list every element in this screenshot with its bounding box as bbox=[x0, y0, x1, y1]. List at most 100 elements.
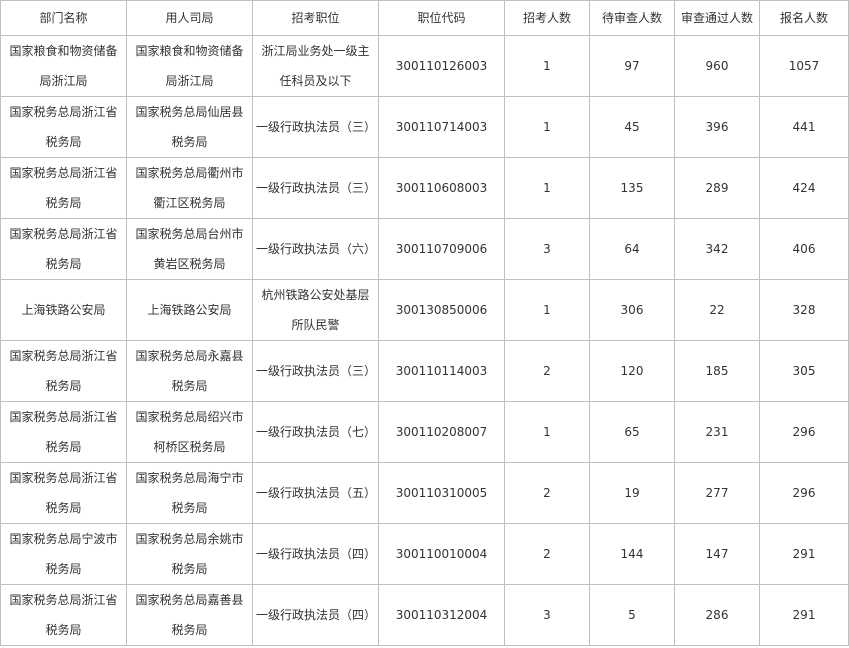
cell-position: 一级行政执法员（四） bbox=[252, 523, 379, 585]
table-header-row: 部门名称 用人司局 招考职位 职位代码 招考人数 待审查人数 审查通过人数 报名… bbox=[0, 0, 849, 36]
cell-code: 300110310005 bbox=[378, 462, 505, 524]
cell-code: 300110126003 bbox=[378, 35, 505, 97]
cell-bureau: 国家税务总局永嘉县税务局 bbox=[126, 340, 253, 402]
cell-pending: 97 bbox=[589, 35, 675, 97]
cell-recruit: 1 bbox=[504, 279, 590, 341]
cell-code: 300110312004 bbox=[378, 584, 505, 646]
cell-total: 406 bbox=[759, 218, 849, 280]
cell-dept: 国家粮食和物资储备局浙江局 bbox=[0, 35, 127, 97]
cell-total: 328 bbox=[759, 279, 849, 341]
cell-pending: 5 bbox=[589, 584, 675, 646]
cell-recruit: 2 bbox=[504, 462, 590, 524]
table-row: 上海铁路公安局 上海铁路公安局 杭州铁路公安处基层所队民警 3001308500… bbox=[0, 279, 849, 341]
cell-pending: 19 bbox=[589, 462, 675, 524]
table-row: 国家税务总局浙江省税务局 国家税务总局仙居县税务局 一级行政执法员（三） 300… bbox=[0, 96, 849, 158]
table-row: 国家税务总局浙江省税务局 国家税务总局永嘉县税务局 一级行政执法员（三） 300… bbox=[0, 340, 849, 402]
cell-code: 300110010004 bbox=[378, 523, 505, 585]
cell-dept: 国家税务总局浙江省税务局 bbox=[0, 584, 127, 646]
cell-total: 291 bbox=[759, 584, 849, 646]
cell-code: 300110114003 bbox=[378, 340, 505, 402]
cell-bureau: 国家税务总局仙居县税务局 bbox=[126, 96, 253, 158]
cell-position: 一级行政执法员（七） bbox=[252, 401, 379, 463]
cell-position: 一级行政执法员（四） bbox=[252, 584, 379, 646]
cell-total: 305 bbox=[759, 340, 849, 402]
cell-passed: 147 bbox=[674, 523, 760, 585]
header-bureau: 用人司局 bbox=[126, 0, 253, 36]
table-row: 国家税务总局浙江省税务局 国家税务总局台州市黄岩区税务局 一级行政执法员（六） … bbox=[0, 218, 849, 280]
cell-position: 浙江局业务处一级主任科员及以下 bbox=[252, 35, 379, 97]
cell-passed: 342 bbox=[674, 218, 760, 280]
cell-code: 300110714003 bbox=[378, 96, 505, 158]
cell-code: 300110208007 bbox=[378, 401, 505, 463]
cell-passed: 277 bbox=[674, 462, 760, 524]
header-recruit: 招考人数 bbox=[504, 0, 590, 36]
cell-bureau: 国家税务总局台州市黄岩区税务局 bbox=[126, 218, 253, 280]
cell-dept: 国家税务总局浙江省税务局 bbox=[0, 340, 127, 402]
cell-dept: 国家税务总局浙江省税务局 bbox=[0, 401, 127, 463]
cell-recruit: 2 bbox=[504, 340, 590, 402]
cell-passed: 396 bbox=[674, 96, 760, 158]
cell-recruit: 2 bbox=[504, 523, 590, 585]
table-row: 国家税务总局浙江省税务局 国家税务总局衢州市衢江区税务局 一级行政执法员（三） … bbox=[0, 157, 849, 219]
cell-recruit: 1 bbox=[504, 401, 590, 463]
cell-dept: 国家税务总局浙江省税务局 bbox=[0, 157, 127, 219]
table-row: 国家税务总局浙江省税务局 国家税务总局嘉善县税务局 一级行政执法员（四） 300… bbox=[0, 584, 849, 646]
cell-passed: 960 bbox=[674, 35, 760, 97]
cell-code: 300110608003 bbox=[378, 157, 505, 219]
cell-recruit: 1 bbox=[504, 96, 590, 158]
cell-pending: 144 bbox=[589, 523, 675, 585]
cell-passed: 185 bbox=[674, 340, 760, 402]
cell-recruit: 3 bbox=[504, 218, 590, 280]
cell-code: 300110709006 bbox=[378, 218, 505, 280]
cell-dept: 国家税务总局浙江省税务局 bbox=[0, 462, 127, 524]
cell-total: 424 bbox=[759, 157, 849, 219]
cell-position: 一级行政执法员（三） bbox=[252, 340, 379, 402]
cell-total: 1057 bbox=[759, 35, 849, 97]
cell-passed: 231 bbox=[674, 401, 760, 463]
cell-position: 杭州铁路公安处基层所队民警 bbox=[252, 279, 379, 341]
cell-pending: 45 bbox=[589, 96, 675, 158]
cell-code: 300130850006 bbox=[378, 279, 505, 341]
table-row: 国家税务总局浙江省税务局 国家税务总局绍兴市柯桥区税务局 一级行政执法员（七） … bbox=[0, 401, 849, 463]
cell-dept: 国家税务总局浙江省税务局 bbox=[0, 218, 127, 280]
cell-bureau: 国家税务总局余姚市税务局 bbox=[126, 523, 253, 585]
registration-table: 部门名称 用人司局 招考职位 职位代码 招考人数 待审查人数 审查通过人数 报名… bbox=[0, 0, 849, 646]
cell-position: 一级行政执法员（三） bbox=[252, 157, 379, 219]
cell-dept: 国家税务总局浙江省税务局 bbox=[0, 96, 127, 158]
cell-bureau: 国家税务总局衢州市衢江区税务局 bbox=[126, 157, 253, 219]
header-code: 职位代码 bbox=[378, 0, 505, 36]
cell-recruit: 3 bbox=[504, 584, 590, 646]
cell-bureau: 国家税务总局海宁市税务局 bbox=[126, 462, 253, 524]
cell-bureau: 上海铁路公安局 bbox=[126, 279, 253, 341]
cell-dept: 国家税务总局宁波市税务局 bbox=[0, 523, 127, 585]
cell-pending: 65 bbox=[589, 401, 675, 463]
cell-recruit: 1 bbox=[504, 157, 590, 219]
cell-pending: 306 bbox=[589, 279, 675, 341]
cell-position: 一级行政执法员（三） bbox=[252, 96, 379, 158]
cell-pending: 64 bbox=[589, 218, 675, 280]
cell-passed: 22 bbox=[674, 279, 760, 341]
header-position: 招考职位 bbox=[252, 0, 379, 36]
cell-total: 441 bbox=[759, 96, 849, 158]
cell-passed: 289 bbox=[674, 157, 760, 219]
cell-dept: 上海铁路公安局 bbox=[0, 279, 127, 341]
table-row: 国家税务总局浙江省税务局 国家税务总局海宁市税务局 一级行政执法员（五） 300… bbox=[0, 462, 849, 524]
table-row: 国家粮食和物资储备局浙江局 国家粮食和物资储备局浙江局 浙江局业务处一级主任科员… bbox=[0, 35, 849, 97]
table-row: 国家税务总局宁波市税务局 国家税务总局余姚市税务局 一级行政执法员（四） 300… bbox=[0, 523, 849, 585]
cell-pending: 120 bbox=[589, 340, 675, 402]
header-total: 报名人数 bbox=[759, 0, 849, 36]
cell-passed: 286 bbox=[674, 584, 760, 646]
header-pending: 待审查人数 bbox=[589, 0, 675, 36]
cell-position: 一级行政执法员（六） bbox=[252, 218, 379, 280]
header-passed: 审查通过人数 bbox=[674, 0, 760, 36]
cell-recruit: 1 bbox=[504, 35, 590, 97]
cell-total: 291 bbox=[759, 523, 849, 585]
cell-bureau: 国家税务总局绍兴市柯桥区税务局 bbox=[126, 401, 253, 463]
cell-total: 296 bbox=[759, 401, 849, 463]
cell-total: 296 bbox=[759, 462, 849, 524]
cell-bureau: 国家税务总局嘉善县税务局 bbox=[126, 584, 253, 646]
header-dept: 部门名称 bbox=[0, 0, 127, 36]
cell-bureau: 国家粮食和物资储备局浙江局 bbox=[126, 35, 253, 97]
cell-pending: 135 bbox=[589, 157, 675, 219]
cell-position: 一级行政执法员（五） bbox=[252, 462, 379, 524]
